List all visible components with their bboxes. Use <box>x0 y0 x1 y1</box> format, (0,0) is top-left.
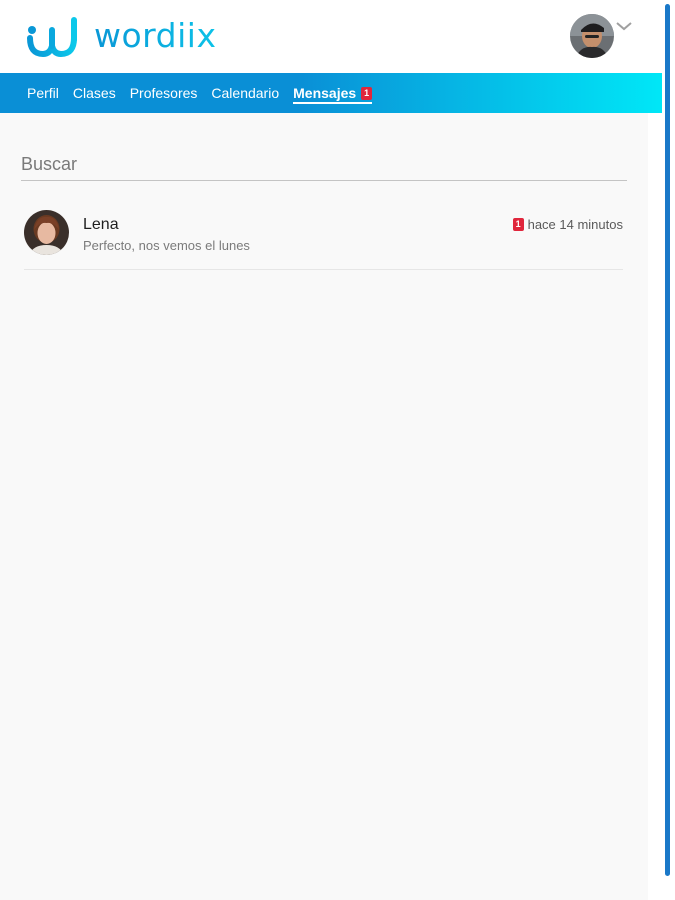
nav-item-label: Perfil <box>27 85 59 101</box>
conversation-item[interactable]: Lena Perfecto, nos vemos el lunes 1 hace… <box>24 210 623 270</box>
nav-item-label: Calendario <box>211 85 280 101</box>
nav-item-label: Mensajes <box>293 85 357 101</box>
chevron-down-icon[interactable] <box>614 18 634 34</box>
search-input[interactable] <box>21 149 627 180</box>
header: wordiix <box>0 0 662 73</box>
nav-item-clases[interactable]: Clases <box>73 81 116 105</box>
scrollbar-thumb[interactable] <box>665 4 670 876</box>
contact-avatar <box>24 210 69 255</box>
message-time: hace 14 minutos <box>527 217 623 232</box>
unread-badge: 1 <box>512 218 524 231</box>
app-root: wordiix Perfil Clases Profesores Calenda… <box>0 0 675 900</box>
wordiix-logo-icon <box>27 17 77 58</box>
logo[interactable]: wordiix <box>26 14 216 58</box>
nav-item-calendario[interactable]: Calendario <box>211 81 279 105</box>
nav-item-label: Clases <box>72 85 116 101</box>
contact-name: Lena <box>83 216 119 233</box>
search-bar <box>21 149 627 181</box>
nav-item-profesores[interactable]: Profesores <box>130 81 198 105</box>
logo-text: wordiix <box>94 14 216 58</box>
conversation-meta: 1 hace 14 minutos <box>512 217 623 232</box>
nav-item-mensajes[interactable]: Mensajes 1 <box>293 82 373 104</box>
nav-item-perfil[interactable]: Perfil <box>27 81 59 105</box>
unread-badge: 1 <box>361 86 373 100</box>
user-avatar[interactable] <box>570 14 614 58</box>
nav-item-label: Profesores <box>129 85 198 101</box>
main-nav: Perfil Clases Profesores Calendario Mens… <box>0 73 662 113</box>
messages-panel: Lena Perfecto, nos vemos el lunes 1 hace… <box>0 113 648 900</box>
message-preview: Perfecto, nos vemos el lunes <box>83 238 250 253</box>
